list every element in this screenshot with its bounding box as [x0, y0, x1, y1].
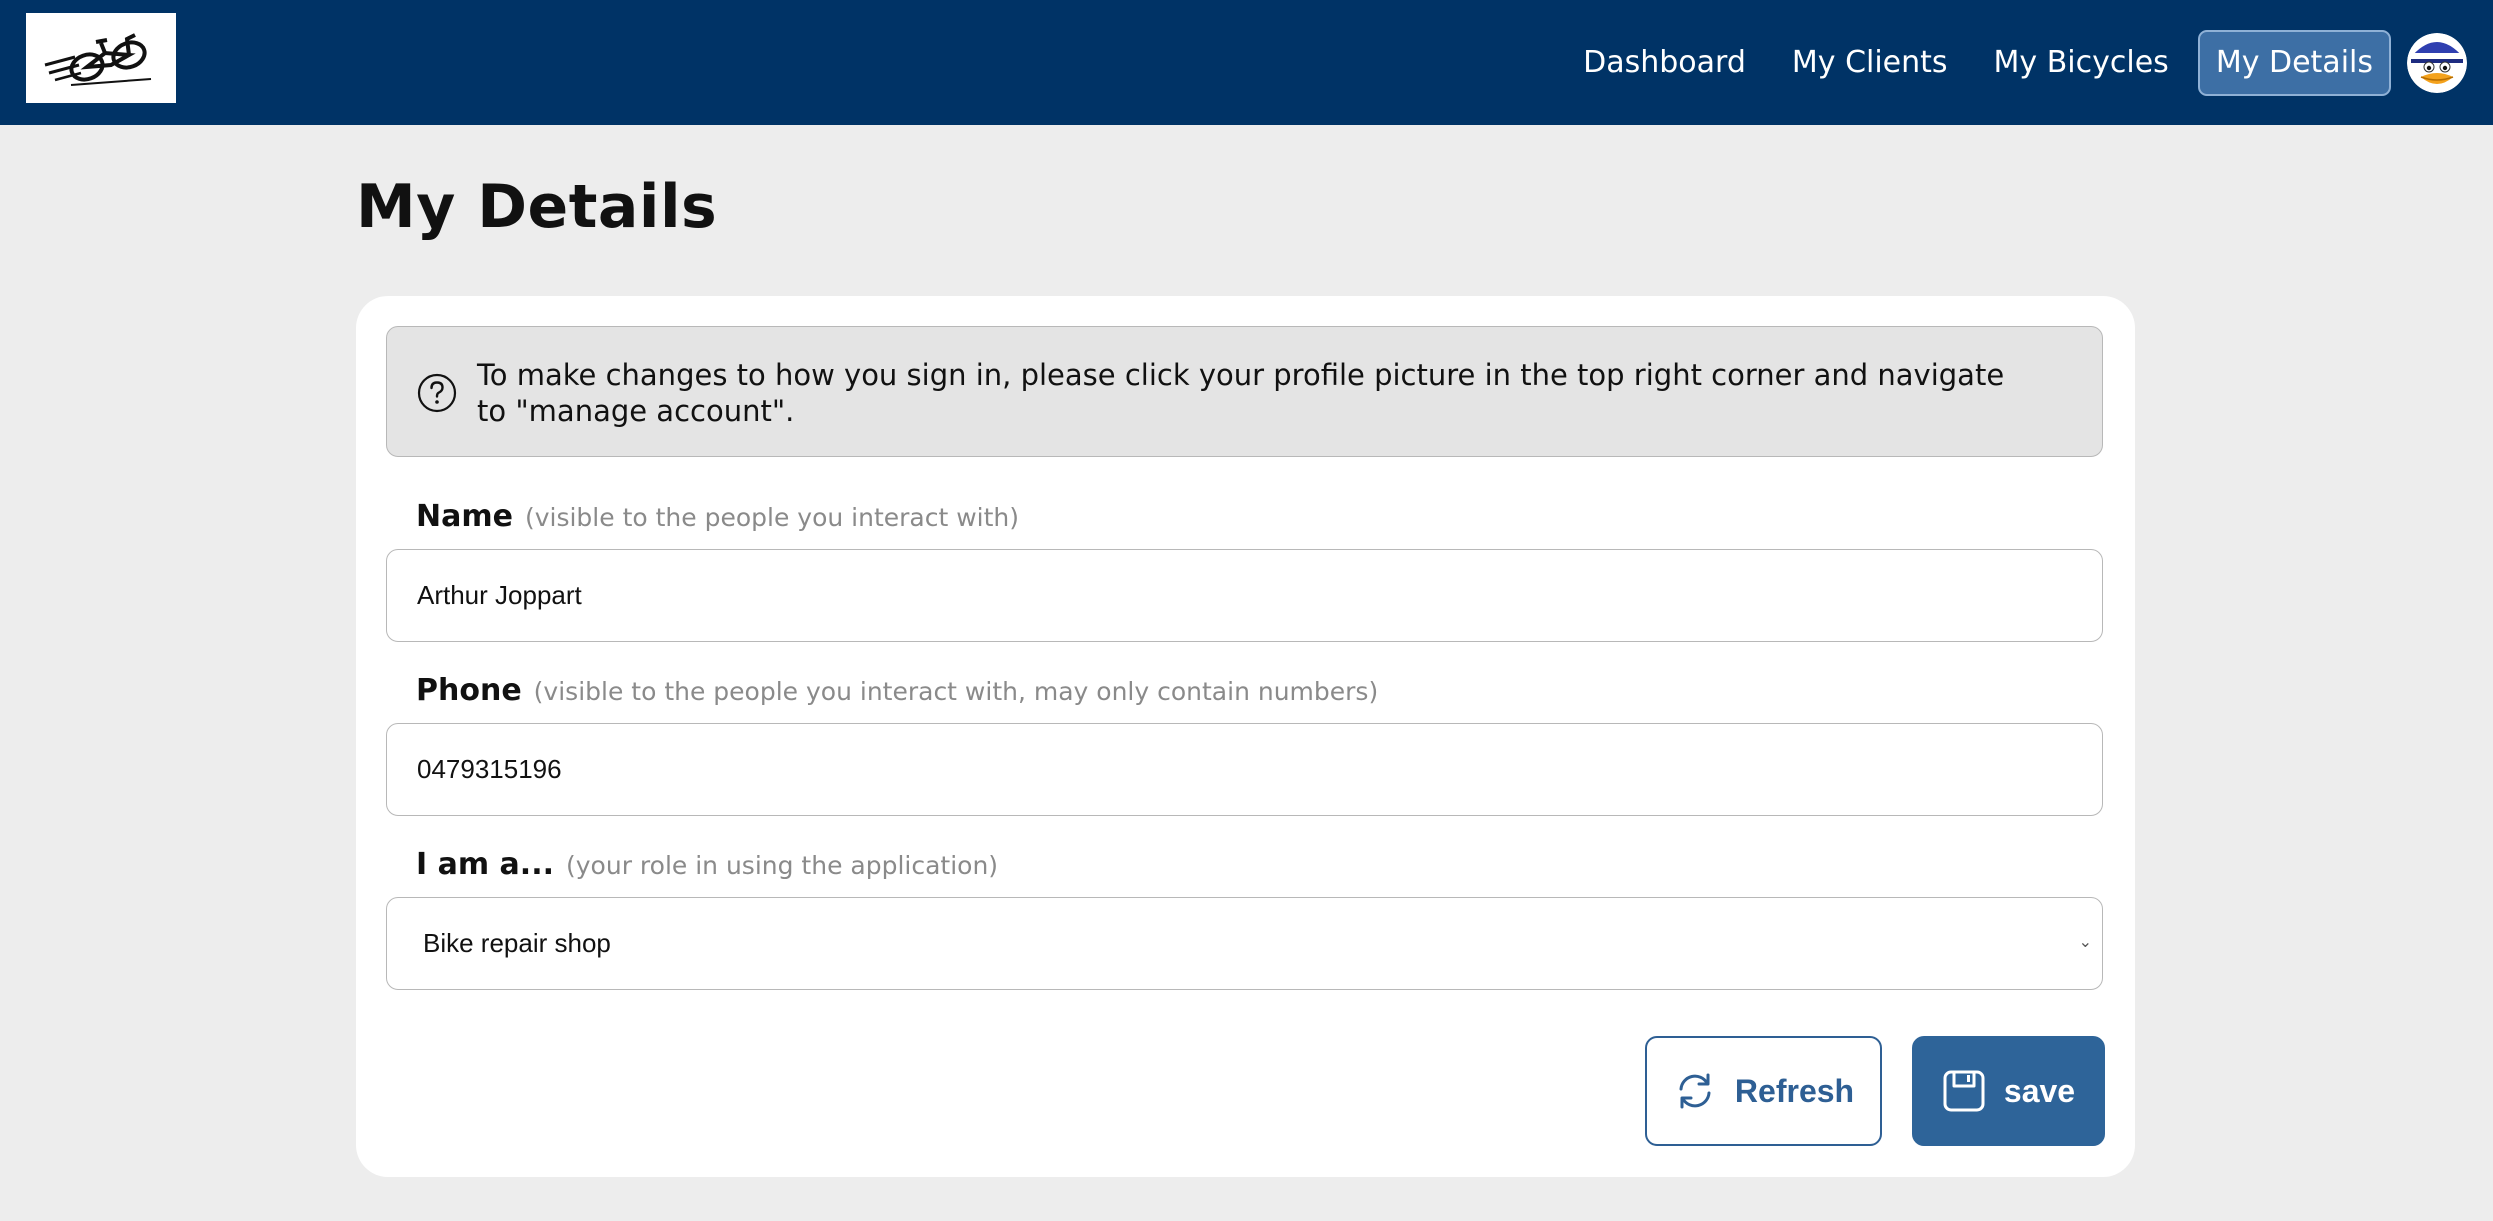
nav-dashboard[interactable]: Dashboard: [1560, 45, 1769, 80]
page-title: My Details: [356, 172, 718, 242]
name-input[interactable]: Arthur Joppart: [386, 549, 2103, 642]
role-select[interactable]: Bike repair shop ⌄: [386, 897, 2103, 990]
refresh-label: Refresh: [1734, 1072, 1855, 1109]
phone-input[interactable]: 0479315196: [386, 723, 2103, 816]
details-card: To make changes to how you sign in, plea…: [356, 296, 2135, 1177]
role-label-text: I am a...: [416, 847, 554, 882]
phone-label: Phone (visible to the people you interact…: [416, 673, 1378, 708]
top-navbar: Dashboard My Clients My Bicycles My Deta…: [0, 0, 2493, 125]
sign-in-info-box: To make changes to how you sign in, plea…: [386, 326, 2103, 457]
nav-my-clients[interactable]: My Clients: [1769, 45, 1971, 80]
chevron-down-icon: ⌄: [2078, 934, 2092, 951]
refresh-icon: [1679, 1073, 1711, 1109]
role-label: I am a... (your role in using the applica…: [416, 847, 998, 882]
role-select-value: Bike repair shop: [423, 928, 611, 958]
nav-my-details[interactable]: My Details: [2197, 29, 2391, 96]
phone-hint: (visible to the people you interact with…: [533, 677, 1379, 706]
duck-avatar-icon: [2407, 32, 2467, 93]
profile-avatar[interactable]: [2407, 32, 2467, 93]
save-label: save: [2003, 1072, 2076, 1109]
name-label: Name (visible to the people you interact …: [416, 499, 1019, 534]
role-hint: (your role in using the application): [566, 851, 999, 880]
main-nav: Dashboard My Clients My Bicycles My Deta…: [1560, 0, 2493, 125]
question-circle-icon: [417, 373, 457, 413]
nav-my-bicycles[interactable]: My Bicycles: [1971, 45, 2192, 80]
app-logo[interactable]: [26, 13, 176, 103]
name-label-text: Name: [416, 499, 513, 534]
info-message: To make changes to how you sign in, plea…: [477, 358, 2005, 428]
bicycle-logo-icon: [44, 33, 152, 86]
floppy-disk-icon: [1943, 1070, 1985, 1112]
save-button[interactable]: save: [1912, 1036, 2105, 1146]
refresh-button[interactable]: Refresh: [1645, 1036, 1882, 1146]
phone-label-text: Phone: [416, 673, 522, 708]
name-hint: (visible to the people you interact with…: [524, 503, 1020, 532]
